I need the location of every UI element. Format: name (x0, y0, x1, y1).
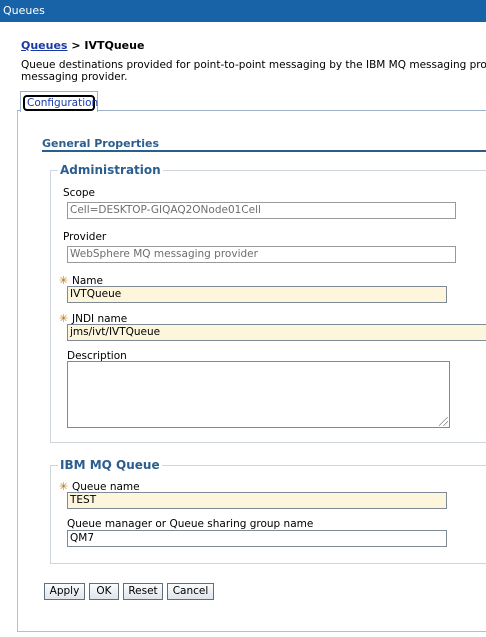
breadcrumb: Queues > IVTQueue (21, 39, 144, 52)
window-title-bar: Queues (0, 0, 486, 22)
name-input[interactable]: IVTQueue (67, 286, 447, 303)
general-properties-divider (42, 150, 486, 152)
description-textarea[interactable] (67, 361, 450, 428)
breadcrumb-queues-link[interactable]: Queues (21, 39, 67, 52)
page-description: Queue destinations provided for point-to… (21, 59, 486, 83)
description-line-1: Queue destinations provided for point-to… (21, 59, 486, 71)
cancel-button[interactable]: Cancel (167, 583, 214, 600)
tab-configuration-label: Configuration (23, 95, 98, 111)
reset-button[interactable]: Reset (123, 583, 163, 600)
queue-manager-label: Queue manager or Queue sharing group nam… (67, 518, 314, 530)
tab-configuration[interactable]: Configuration (20, 91, 98, 112)
scope-label: Scope (63, 187, 95, 199)
tab-strip: Configuration (17, 89, 486, 112)
breadcrumb-current: IVTQueue (84, 39, 145, 52)
ok-button[interactable]: OK (89, 583, 119, 600)
apply-button[interactable]: Apply (44, 583, 85, 600)
ibm-mq-queue-legend: IBM MQ Queue (60, 458, 160, 472)
provider-field: WebSphere MQ messaging provider (67, 246, 456, 263)
queue-name-input[interactable]: TEST (67, 492, 447, 509)
administration-legend: Administration (60, 163, 161, 177)
queue-manager-input[interactable]: QM7 (67, 530, 447, 547)
general-properties-heading: General Properties (42, 137, 160, 150)
provider-label: Provider (63, 231, 107, 243)
window-title: Queues (3, 4, 45, 17)
resize-grip-icon[interactable] (439, 417, 448, 426)
breadcrumb-separator: > (71, 39, 81, 52)
ibm-mq-queue-group: IBM MQ Queue (50, 458, 486, 564)
description-line-2: messaging provider. (21, 71, 128, 83)
jndi-name-input[interactable]: jms/ivt/IVTQueue (67, 324, 486, 341)
scope-field: Cell=DESKTOP-GIQAQ2ONode01Cell (67, 202, 456, 219)
